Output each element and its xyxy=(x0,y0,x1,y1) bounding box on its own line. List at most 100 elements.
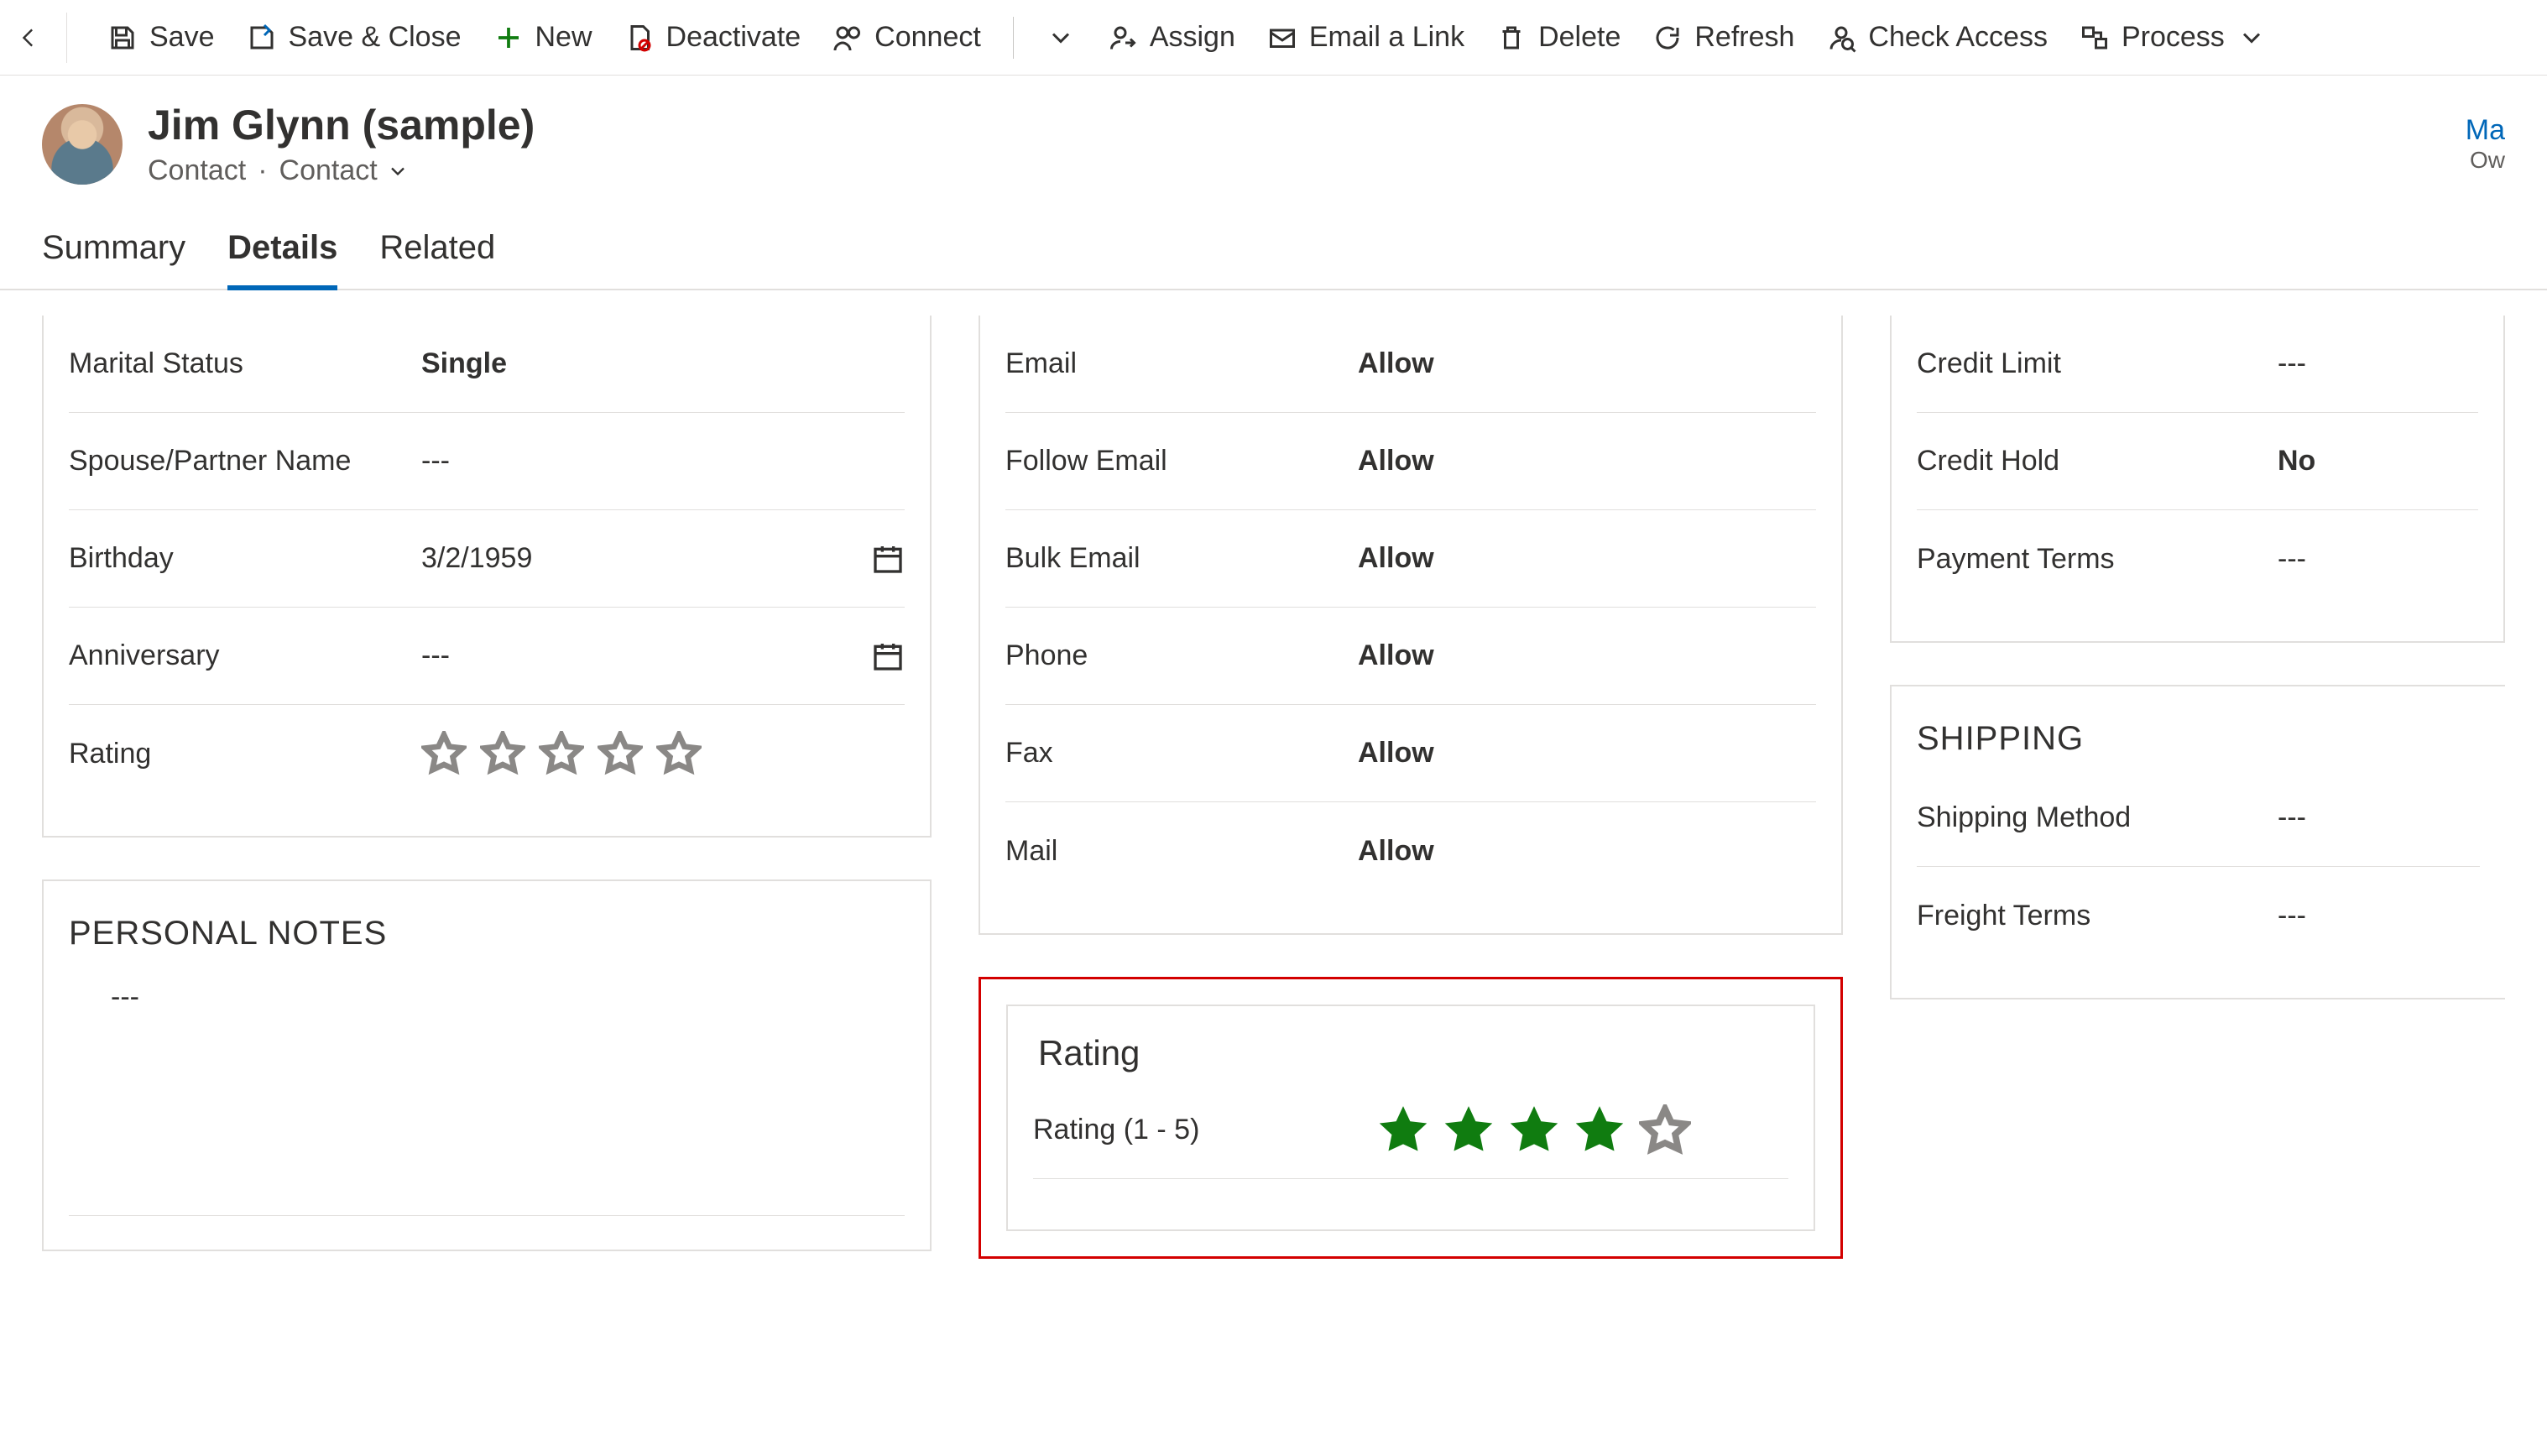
birthday-label: Birthday xyxy=(69,525,404,592)
calendar-icon[interactable] xyxy=(871,542,905,576)
star-filled-icon[interactable] xyxy=(1574,1104,1626,1156)
delete-label: Delete xyxy=(1538,21,1621,54)
mail-value[interactable]: Allow xyxy=(1358,835,1816,868)
save-icon xyxy=(107,23,138,53)
command-bar: Save Save & Close New Deactivate Connect… xyxy=(0,0,2547,76)
process-button[interactable]: Process xyxy=(2080,21,2267,54)
star-filled-icon[interactable] xyxy=(1443,1104,1495,1156)
freight-terms-label: Freight Terms xyxy=(1917,883,2261,949)
owner-label: Ow xyxy=(2466,147,2505,174)
shipping-card: SHIPPING Shipping Method --- Freight Ter… xyxy=(1890,685,2505,999)
birthday-value[interactable]: 3/2/1959 xyxy=(421,542,854,575)
refresh-label: Refresh xyxy=(1694,21,1794,54)
save-close-icon xyxy=(247,23,277,53)
email-value[interactable]: Allow xyxy=(1358,347,1816,380)
connect-icon xyxy=(832,23,863,53)
connect-label: Connect xyxy=(874,21,981,54)
chevron-down-icon xyxy=(1046,23,1076,53)
email-icon xyxy=(1267,23,1297,53)
marital-status-label: Marital Status xyxy=(69,331,404,397)
marital-status-value[interactable]: Single xyxy=(421,347,905,380)
save-close-button[interactable]: Save & Close xyxy=(247,21,462,54)
process-label: Process xyxy=(2122,21,2225,54)
plus-icon xyxy=(493,23,524,53)
assign-icon xyxy=(1108,23,1138,53)
highlighted-rating-section: Rating Rating (1 - 5) xyxy=(979,977,1843,1259)
anniversary-value[interactable]: --- xyxy=(421,639,854,672)
calendar-icon[interactable] xyxy=(871,639,905,673)
shipping-title: SHIPPING xyxy=(1917,720,2480,758)
check-access-button[interactable]: Check Access xyxy=(1826,21,2048,54)
email-label: Email xyxy=(1005,331,1341,397)
rating-stars-empty[interactable] xyxy=(421,731,702,776)
delete-icon xyxy=(1496,23,1527,53)
entity-name: Contact xyxy=(148,154,246,187)
connect-button[interactable]: Connect xyxy=(832,21,981,54)
tab-summary[interactable]: Summary xyxy=(42,229,185,289)
follow-email-value[interactable]: Allow xyxy=(1358,445,1816,478)
credit-limit-value[interactable]: --- xyxy=(2278,347,2478,380)
form-name: Contact xyxy=(279,154,378,187)
star-empty-icon[interactable] xyxy=(1639,1104,1691,1156)
email-link-button[interactable]: Email a Link xyxy=(1267,21,1464,54)
credit-hold-label: Credit Hold xyxy=(1917,428,2261,494)
form-selector[interactable]: Contact xyxy=(279,154,410,187)
fax-value[interactable]: Allow xyxy=(1358,737,1816,770)
check-access-label: Check Access xyxy=(1868,21,2048,54)
payment-terms-label: Payment Terms xyxy=(1917,526,2261,592)
bulk-email-value[interactable]: Allow xyxy=(1358,542,1816,575)
credit-card: Credit Limit --- Credit Hold No Payment … xyxy=(1890,316,2505,643)
mail-label: Mail xyxy=(1005,818,1341,885)
connect-split-button[interactable] xyxy=(1046,23,1076,53)
save-button[interactable]: Save xyxy=(107,21,215,54)
spouse-value[interactable]: --- xyxy=(421,445,905,478)
bulk-email-label: Bulk Email xyxy=(1005,525,1341,592)
back-button[interactable] xyxy=(17,13,67,63)
deactivate-icon xyxy=(624,23,655,53)
rating-card-title: Rating xyxy=(1038,1033,1788,1073)
shipping-method-value[interactable]: --- xyxy=(2278,801,2480,834)
personal-notes-title: PERSONAL NOTES xyxy=(69,915,905,952)
tabs: Summary Details Related xyxy=(0,196,2547,290)
phone-label: Phone xyxy=(1005,623,1341,689)
spouse-label: Spouse/Partner Name xyxy=(69,428,404,494)
credit-hold-value[interactable]: No xyxy=(2278,445,2478,478)
deactivate-label: Deactivate xyxy=(666,21,801,54)
save-label: Save xyxy=(149,21,215,54)
tab-details[interactable]: Details xyxy=(227,229,337,290)
avatar xyxy=(42,104,123,185)
owner-stub: Ma Ow xyxy=(2466,114,2505,174)
deactivate-button[interactable]: Deactivate xyxy=(624,21,801,54)
rating-card: Rating Rating (1 - 5) xyxy=(1006,1005,1815,1231)
record-subtitle: Contact · Contact xyxy=(148,154,535,187)
follow-email-label: Follow Email xyxy=(1005,428,1341,494)
chevron-down-icon xyxy=(386,159,410,183)
back-icon xyxy=(17,21,41,55)
owner-value[interactable]: Ma xyxy=(2466,114,2505,147)
refresh-icon xyxy=(1652,23,1683,53)
rating-1to5-label: Rating (1 - 5) xyxy=(1033,1097,1360,1163)
phone-value[interactable]: Allow xyxy=(1358,639,1816,672)
new-button[interactable]: New xyxy=(493,21,592,54)
assign-button[interactable]: Assign xyxy=(1108,21,1235,54)
rating-label: Rating xyxy=(69,721,404,787)
fax-label: Fax xyxy=(1005,720,1341,786)
personal-notes-value[interactable]: --- xyxy=(69,964,905,1216)
personal-card: Marital Status Single Spouse/Partner Nam… xyxy=(42,316,932,838)
shipping-method-label: Shipping Method xyxy=(1917,785,2261,851)
credit-limit-label: Credit Limit xyxy=(1917,331,2261,397)
delete-button[interactable]: Delete xyxy=(1496,21,1621,54)
refresh-button[interactable]: Refresh xyxy=(1652,21,1794,54)
email-link-label: Email a Link xyxy=(1309,21,1464,54)
rating-1to5-stars[interactable] xyxy=(1377,1104,1691,1156)
tab-related[interactable]: Related xyxy=(379,229,495,289)
record-header: Jim Glynn (sample) Contact · Contact Ma … xyxy=(0,76,2547,196)
freight-terms-value[interactable]: --- xyxy=(2278,900,2480,932)
star-filled-icon[interactable] xyxy=(1508,1104,1560,1156)
star-filled-icon[interactable] xyxy=(1377,1104,1429,1156)
save-close-label: Save & Close xyxy=(289,21,462,54)
new-label: New xyxy=(535,21,592,54)
anniversary-label: Anniversary xyxy=(69,623,404,689)
personal-notes-card: PERSONAL NOTES --- xyxy=(42,879,932,1251)
payment-terms-value[interactable]: --- xyxy=(2278,543,2478,576)
